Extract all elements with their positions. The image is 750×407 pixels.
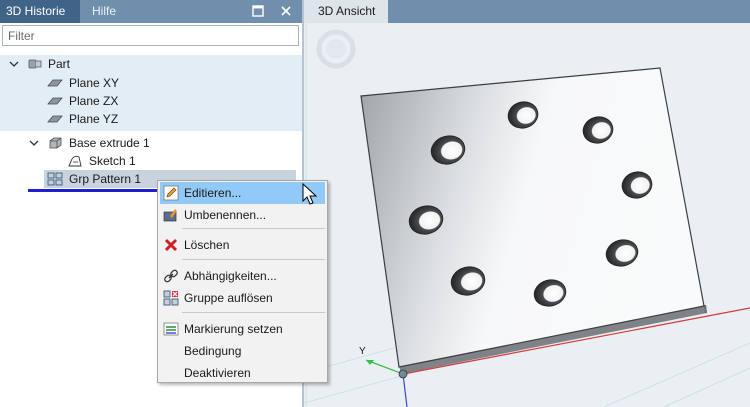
marker-icon xyxy=(163,322,179,336)
menu-separator xyxy=(182,259,325,260)
menu-item-gruppe-aufloesen[interactable]: Gruppe auflösen xyxy=(160,287,325,309)
menu-separator xyxy=(182,312,325,313)
link-icon xyxy=(164,269,178,283)
3d-viewport[interactable]: Y xyxy=(304,23,750,407)
chevron-down-icon[interactable] xyxy=(28,134,40,152)
menu-item-umbenennen-label: Umbenennen... xyxy=(184,208,267,222)
tree-item-part-label: Part xyxy=(48,57,71,71)
tree-item-part[interactable]: Part xyxy=(0,55,300,73)
plane-icon xyxy=(47,115,63,123)
menu-item-bedingung-label: Bedingung xyxy=(184,344,242,358)
tree-item-sketch[interactable]: Sketch 1 xyxy=(0,152,300,170)
close-button[interactable] xyxy=(277,2,295,20)
tab-3d-historie[interactable]: 3D Historie xyxy=(0,0,80,23)
tree-item-plane-zx[interactable]: Plane ZX xyxy=(0,92,300,110)
context-menu: Editieren... Umbenennen... Löschen Abhän… xyxy=(157,180,328,383)
menu-separator xyxy=(182,228,325,229)
menu-item-abhaengigkeiten[interactable]: Abhängigkeiten... xyxy=(160,265,325,287)
menu-item-editieren-label: Editieren... xyxy=(184,186,242,200)
filter-input[interactable] xyxy=(2,25,299,46)
menu-item-editieren[interactable]: Editieren... xyxy=(160,182,325,204)
history-tabbar: 3D Historie Hilfe xyxy=(0,0,302,23)
tab-3d-ansicht[interactable]: 3D Ansicht xyxy=(304,0,388,23)
tree-item-base-extrude-label: Base extrude 1 xyxy=(69,136,150,150)
axis-y-label: Y xyxy=(359,346,366,357)
maximize-button[interactable] xyxy=(250,3,266,19)
tab-hilfe[interactable]: Hilfe xyxy=(86,0,146,23)
menu-item-loeschen-label: Löschen xyxy=(184,238,230,252)
menu-item-markierung-setzen[interactable]: Markierung setzen xyxy=(160,318,325,340)
rename-icon xyxy=(163,209,177,222)
tree-item-plane-yz-label: Plane YZ xyxy=(69,112,119,126)
close-icon xyxy=(281,6,291,16)
tree-item-base-extrude[interactable]: Base extrude 1 xyxy=(0,134,300,152)
extrude-icon xyxy=(49,137,62,149)
chevron-down-icon[interactable] xyxy=(8,55,20,73)
maximize-icon xyxy=(252,5,264,17)
3d-scene[interactable] xyxy=(304,23,750,407)
view-cube-icon[interactable] xyxy=(316,29,356,69)
pencil-icon xyxy=(163,185,179,201)
menu-item-loeschen[interactable]: Löschen xyxy=(160,234,325,256)
menu-item-umbenennen[interactable]: Umbenennen... xyxy=(160,204,325,226)
tree-item-plane-xy[interactable]: Plane XY xyxy=(0,74,300,92)
tree-item-plane-zx-label: Plane ZX xyxy=(69,94,119,108)
tree-item-sketch-label: Sketch 1 xyxy=(89,154,136,168)
menu-item-deaktivieren-label: Deaktivieren xyxy=(184,366,251,380)
tree-item-plane-yz[interactable]: Plane YZ xyxy=(0,110,300,128)
delete-icon xyxy=(164,238,178,252)
tree-item-plane-xy-label: Plane XY xyxy=(69,76,120,90)
ungroup-icon xyxy=(163,290,179,306)
menu-item-gruppe-aufloesen-label: Gruppe auflösen xyxy=(184,291,273,305)
part-icon xyxy=(28,59,42,69)
menu-item-markierung-setzen-label: Markierung setzen xyxy=(184,322,283,336)
pattern-icon xyxy=(47,172,63,186)
tree-item-grp-pattern-label: Grp Pattern 1 xyxy=(69,172,142,186)
menu-item-deaktivieren[interactable]: Deaktivieren xyxy=(160,362,325,384)
plane-icon xyxy=(47,97,63,105)
menu-item-bedingung[interactable]: Bedingung xyxy=(160,340,325,362)
menu-item-abhaengigkeiten-label: Abhängigkeiten... xyxy=(184,269,277,283)
sketch-icon xyxy=(68,155,82,167)
mouse-cursor-icon xyxy=(302,183,318,205)
plane-icon xyxy=(47,79,63,87)
